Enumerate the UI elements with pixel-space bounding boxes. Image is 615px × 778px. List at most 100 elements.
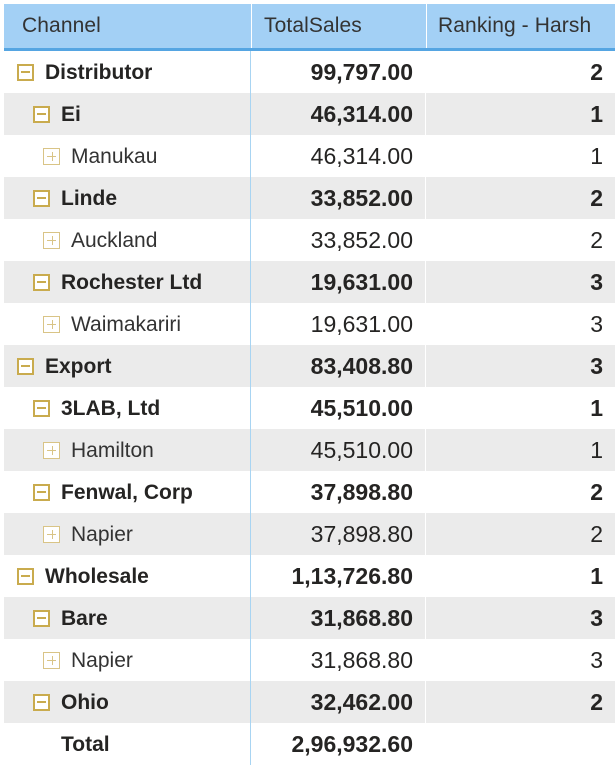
table-row[interactable]: Waimakariri 19,631.00 3 bbox=[4, 303, 615, 345]
column-header-total-sales-label: TotalSales bbox=[264, 14, 362, 37]
cell-channel-label: Ohio bbox=[61, 690, 109, 714]
cell-channel-label: Wholesale bbox=[45, 564, 149, 588]
cell-channel-label: Napier bbox=[71, 648, 133, 672]
cell-channel-label: Total bbox=[61, 732, 110, 756]
table-row[interactable]: 3LAB, Ltd 45,510.00 1 bbox=[4, 387, 615, 429]
cell-channel: Manukau bbox=[4, 135, 251, 177]
cell-total-sales-value: 19,631.00 bbox=[310, 310, 413, 337]
cell-channel-label: Auckland bbox=[71, 228, 158, 252]
minus-expander-icon[interactable] bbox=[33, 483, 50, 501]
plus-expander-icon[interactable] bbox=[43, 231, 60, 249]
cell-channel-label: 3LAB, Ltd bbox=[61, 396, 161, 420]
column-header-channel-label: Channel bbox=[22, 14, 101, 37]
cell-channel: Ei bbox=[4, 93, 251, 135]
cell-channel: 3LAB, Ltd bbox=[4, 387, 251, 429]
cell-ranking: 1 bbox=[426, 387, 615, 429]
cell-total-sales-value: 37,898.80 bbox=[310, 478, 413, 505]
table-row[interactable]: Bare 31,868.80 3 bbox=[4, 597, 615, 639]
plus-expander-icon[interactable] bbox=[43, 147, 60, 165]
cell-ranking: 2 bbox=[426, 177, 615, 219]
minus-expander-icon[interactable] bbox=[33, 189, 50, 207]
table-row[interactable]: Ei 46,314.00 1 bbox=[4, 93, 615, 135]
cell-total-sales: 1,13,726.80 bbox=[251, 555, 426, 597]
cell-channel-label: Linde bbox=[61, 186, 117, 210]
column-header-ranking[interactable]: Ranking - Harsh bbox=[426, 4, 615, 48]
cell-total-sales: 37,898.80 bbox=[251, 513, 426, 555]
cell-total-sales-value: 46,314.00 bbox=[310, 142, 413, 169]
cell-channel: Napier bbox=[4, 639, 251, 681]
cell-ranking: 3 bbox=[426, 639, 615, 681]
cell-channel-label: Bare bbox=[61, 606, 108, 630]
plus-expander-icon[interactable] bbox=[43, 315, 60, 333]
plus-expander-icon[interactable] bbox=[43, 441, 60, 459]
cell-total-sales: 19,631.00 bbox=[251, 303, 426, 345]
minus-expander-icon[interactable] bbox=[33, 609, 50, 627]
cell-ranking: 3 bbox=[426, 303, 615, 345]
cell-channel-label: Napier bbox=[71, 522, 133, 546]
minus-expander-icon[interactable] bbox=[33, 693, 50, 711]
cell-channel-label: Rochester Ltd bbox=[61, 270, 203, 294]
cell-channel-label: Distributor bbox=[45, 60, 153, 84]
table-row[interactable]: Fenwal, Corp 37,898.80 2 bbox=[4, 471, 615, 513]
cell-ranking: 1 bbox=[426, 429, 615, 471]
cell-ranking: 3 bbox=[426, 345, 615, 387]
cell-total-sales: 45,510.00 bbox=[251, 429, 426, 471]
matrix-table-visual: Channel TotalSales Ranking - Harsh Distr… bbox=[0, 0, 615, 778]
table-row[interactable]: Napier 31,868.80 3 bbox=[4, 639, 615, 681]
cell-ranking-value: 3 bbox=[590, 646, 603, 673]
table-row[interactable]: Rochester Ltd 19,631.00 3 bbox=[4, 261, 615, 303]
table-total-row[interactable]: Total 2,96,932.60 bbox=[4, 723, 615, 765]
minus-expander-icon[interactable] bbox=[17, 63, 34, 81]
cell-total-sales-value: 45,510.00 bbox=[310, 394, 413, 421]
cell-channel: Linde bbox=[4, 177, 251, 219]
cell-channel: Auckland bbox=[4, 219, 251, 261]
table-row[interactable]: Hamilton 45,510.00 1 bbox=[4, 429, 615, 471]
minus-expander-icon[interactable] bbox=[33, 105, 50, 123]
column-header-total-sales[interactable]: TotalSales bbox=[251, 4, 426, 48]
cell-ranking: 2 bbox=[426, 51, 615, 93]
cell-total-sales: 2,96,932.60 bbox=[251, 723, 426, 765]
cell-channel: Fenwal, Corp bbox=[4, 471, 251, 513]
cell-total-sales-value: 1,13,726.80 bbox=[291, 562, 413, 589]
minus-expander-icon[interactable] bbox=[33, 273, 50, 291]
cell-ranking-value: 3 bbox=[590, 352, 603, 379]
cell-total-sales: 99,797.00 bbox=[251, 51, 426, 93]
minus-expander-icon[interactable] bbox=[17, 357, 34, 375]
cell-total-sales-value: 33,852.00 bbox=[310, 226, 413, 253]
cell-channel: Waimakariri bbox=[4, 303, 251, 345]
table-row[interactable]: Manukau 46,314.00 1 bbox=[4, 135, 615, 177]
table-row[interactable]: Auckland 33,852.00 2 bbox=[4, 219, 615, 261]
cell-ranking: 2 bbox=[426, 513, 615, 555]
cell-total-sales: 45,510.00 bbox=[251, 387, 426, 429]
cell-total-sales-value: 99,797.00 bbox=[310, 58, 413, 85]
plus-expander-icon[interactable] bbox=[43, 651, 60, 669]
cell-ranking-value: 3 bbox=[590, 268, 603, 295]
cell-channel: Distributor bbox=[4, 51, 251, 93]
table-row[interactable]: Export 83,408.80 3 bbox=[4, 345, 615, 387]
cell-channel: Rochester Ltd bbox=[4, 261, 251, 303]
cell-total-sales: 83,408.80 bbox=[251, 345, 426, 387]
cell-channel: Hamilton bbox=[4, 429, 251, 471]
cell-channel-label: Ei bbox=[61, 102, 81, 126]
table-row[interactable]: Ohio 32,462.00 2 bbox=[4, 681, 615, 723]
cell-total-sales: 31,868.80 bbox=[251, 639, 426, 681]
table-row[interactable]: Linde 33,852.00 2 bbox=[4, 177, 615, 219]
table-header-row: Channel TotalSales Ranking - Harsh bbox=[4, 4, 615, 51]
plus-expander-icon[interactable] bbox=[43, 525, 60, 543]
cell-total-sales-value: 19,631.00 bbox=[310, 268, 413, 295]
cell-ranking-value: 2 bbox=[590, 520, 603, 547]
cell-total-sales: 37,898.80 bbox=[251, 471, 426, 513]
column-header-channel[interactable]: Channel bbox=[4, 4, 251, 48]
no-expander-icon bbox=[33, 736, 50, 753]
table-row[interactable]: Napier 37,898.80 2 bbox=[4, 513, 615, 555]
cell-ranking-value: 1 bbox=[590, 436, 603, 463]
table-row[interactable]: Wholesale 1,13,726.80 1 bbox=[4, 555, 615, 597]
cell-channel: Bare bbox=[4, 597, 251, 639]
cell-ranking: 3 bbox=[426, 597, 615, 639]
minus-expander-icon[interactable] bbox=[17, 567, 34, 585]
table-row[interactable]: Distributor 99,797.00 2 bbox=[4, 51, 615, 93]
cell-ranking-value: 3 bbox=[590, 604, 603, 631]
cell-ranking-value: 2 bbox=[590, 478, 603, 505]
cell-ranking: 3 bbox=[426, 261, 615, 303]
minus-expander-icon[interactable] bbox=[33, 399, 50, 417]
